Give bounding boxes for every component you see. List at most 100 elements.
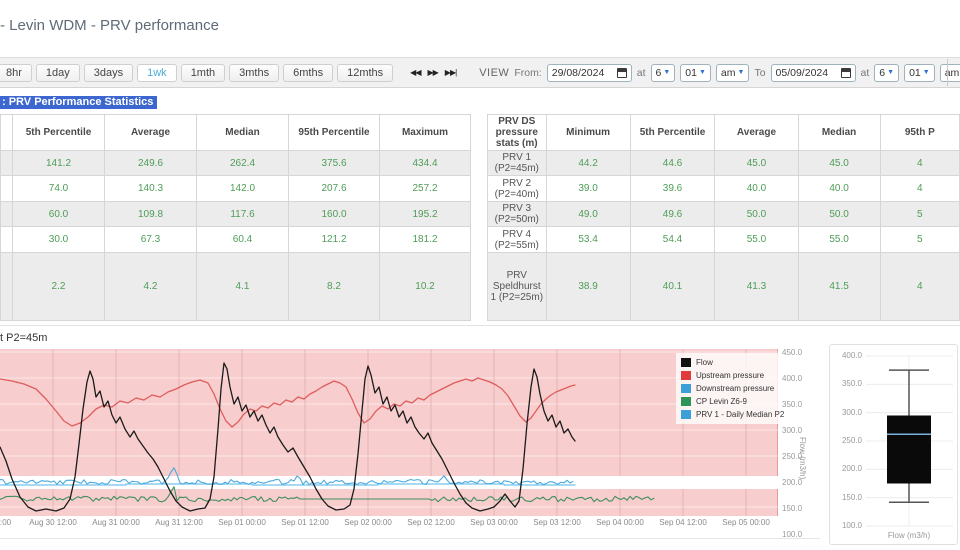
to-hour-select[interactable]: 6 ▼	[874, 63, 900, 82]
x-tick-label: Sep 01 00:00	[218, 518, 266, 527]
range-button-8hr[interactable]: 8hr	[0, 63, 32, 82]
column-header: 5th Percentile	[629, 114, 716, 151]
row-label	[0, 226, 13, 253]
stat-value: 10.2	[379, 252, 471, 321]
flow-stats-table: 5th Percentile Average Median 95th Percenti…	[0, 114, 471, 321]
stat-value: 5	[879, 201, 960, 227]
calendar-icon[interactable]	[840, 67, 851, 78]
from-ampm-select[interactable]: am ▼	[715, 63, 750, 82]
box-plot-y-tick-label: 300.0	[841, 407, 862, 417]
x-tick-label: Aug 30 12:00	[29, 518, 77, 527]
prv-ds-pressure-stats-table: PRV DS pressure stats (m) Minimum 5th Perc…	[487, 114, 960, 321]
stat-value: 142.0	[196, 175, 289, 202]
chevron-down-icon: ▼	[922, 69, 930, 76]
row-label	[0, 175, 13, 202]
from-ampm-value: am	[720, 66, 736, 79]
x-tick-label: Sep 02 00:00	[344, 518, 392, 527]
to-minute-select[interactable]: 01 ▼	[904, 63, 935, 82]
table-row: 74.0 140.3 142.0 207.6 257.2	[0, 175, 471, 202]
to-date-wrap	[770, 63, 856, 82]
stat-value: 67.3	[104, 226, 197, 253]
stat-value: 2.2	[12, 252, 105, 321]
legend-swatch	[681, 371, 691, 380]
stat-value: 54.4	[629, 226, 716, 253]
range-button-3days[interactable]: 3days	[83, 63, 134, 82]
to-ampm-select[interactable]: am ▼	[939, 63, 960, 82]
to-label: To	[754, 66, 766, 79]
table-row: PRV 3 (P2=50m) 49.0 49.6 50.0 50.0 5	[487, 201, 960, 227]
stats-section-title: : PRV Performance Statistics	[0, 96, 158, 109]
legend-label: Upstream pressure	[696, 371, 765, 380]
legend-item[interactable]: PRV 1 - Daily Median P2	[681, 408, 784, 421]
table-row: PRV 2 (P2=40m) 39.0 39.6 40.0 40.0 4	[487, 175, 960, 202]
stat-value: 109.8	[104, 201, 197, 227]
column-header: Average	[714, 114, 799, 151]
chevron-down-icon: ▼	[698, 69, 706, 76]
legend-label: CP Levin Z6-9	[696, 397, 747, 406]
stat-value: 375.6	[288, 150, 380, 176]
stat-value: 262.4	[196, 150, 289, 176]
stat-value: 50.0	[714, 201, 799, 227]
range-button-3mths[interactable]: 3mths	[229, 63, 280, 82]
stat-value: 40.0	[797, 175, 881, 202]
column-header: PRV DS pressure stats (m)	[487, 114, 547, 151]
range-button-1wk[interactable]: 1wk	[137, 63, 177, 82]
flow-box-plot: Flow (m3/h) 400.0 350.0 300.0 250.0 200.0 150…	[829, 344, 958, 545]
page-title: - Levin WDM - PRV performance	[0, 17, 219, 34]
step-back-icon[interactable]: ◀◀	[409, 66, 421, 79]
x-tick-label: Sep 01 12:00	[281, 518, 329, 527]
row-label	[0, 150, 13, 176]
stat-value: 4	[879, 150, 960, 176]
range-button-1day[interactable]: 1day	[35, 63, 80, 82]
legend-item[interactable]: Flow	[681, 356, 775, 369]
row-label	[0, 252, 13, 321]
box-plot-y-tick-label: 200.0	[841, 464, 862, 474]
from-date-wrap	[546, 63, 632, 82]
table-row: 141.2 249.6 262.4 375.6 434.4	[0, 150, 471, 176]
stat-value: 4	[879, 175, 960, 202]
table-row: PRV 1 (P2=45m) 44.2 44.6 45.0 45.0 4	[487, 150, 960, 176]
stat-value: 5	[879, 226, 960, 253]
legend-item[interactable]: CP Levin Z6-9	[681, 395, 775, 408]
column-header	[0, 114, 13, 151]
step-forward-icon[interactable]: ▶▶	[426, 66, 438, 79]
stat-value: 40.0	[714, 175, 799, 202]
calendar-icon[interactable]	[616, 67, 627, 78]
jump-to-latest-icon[interactable]: ▶▶|	[444, 66, 457, 79]
y-tick-label: 450.0	[782, 348, 803, 357]
stat-value: 49.6	[629, 201, 716, 227]
legend-swatch	[681, 410, 691, 419]
legend-item[interactable]: Upstream pressure	[681, 369, 775, 382]
to-date-input[interactable]	[775, 66, 838, 79]
box-plot-y-tick-label: 150.0	[841, 492, 862, 502]
stat-value: 41.3	[714, 252, 799, 321]
stat-value: 207.6	[288, 175, 380, 202]
legend-item[interactable]: Downstream pressure	[681, 382, 775, 395]
stat-value: 39.0	[545, 175, 631, 202]
time-range-bar: 8hr 1day 3days 1wk 1mth 3mths 6mths 12mths	[0, 63, 394, 82]
row-label: PRV 2 (P2=40m)	[487, 175, 547, 202]
stat-value: 249.6	[104, 150, 197, 176]
range-button-6mths[interactable]: 6mths	[283, 63, 334, 82]
range-button-1mth[interactable]: 1mth	[180, 63, 226, 82]
stat-value: 45.0	[797, 150, 881, 176]
stat-value: 257.2	[379, 175, 471, 202]
from-date-input[interactable]	[551, 66, 614, 79]
y-tick-label: 400.0	[782, 374, 803, 383]
to-hour-value: 6	[879, 66, 886, 79]
stat-value: 44.6	[629, 150, 716, 176]
section-divider	[0, 325, 960, 326]
x-tick-label: Aug 31 12:00	[155, 518, 203, 527]
table-row: PRV 4 (P2=55m) 53.4 54.4 55.0 55.0 5	[487, 226, 960, 253]
range-button-12mths[interactable]: 12mths	[337, 63, 394, 82]
column-header: 95th P	[879, 114, 960, 151]
x-tick-label: Sep 03 12:00	[533, 518, 581, 527]
stat-value: 41.5	[797, 252, 881, 321]
chart-legend: Flow Upstream pressure Downstream pressure…	[676, 353, 784, 424]
box-plot-y-tick-label: 350.0	[841, 379, 862, 389]
stat-value: 160.0	[288, 201, 380, 227]
stat-value: 141.2	[12, 150, 105, 176]
from-minute-select[interactable]: 01 ▼	[680, 63, 711, 82]
y-tick-label: 300.0	[782, 426, 803, 435]
from-hour-select[interactable]: 6 ▼	[650, 63, 676, 82]
